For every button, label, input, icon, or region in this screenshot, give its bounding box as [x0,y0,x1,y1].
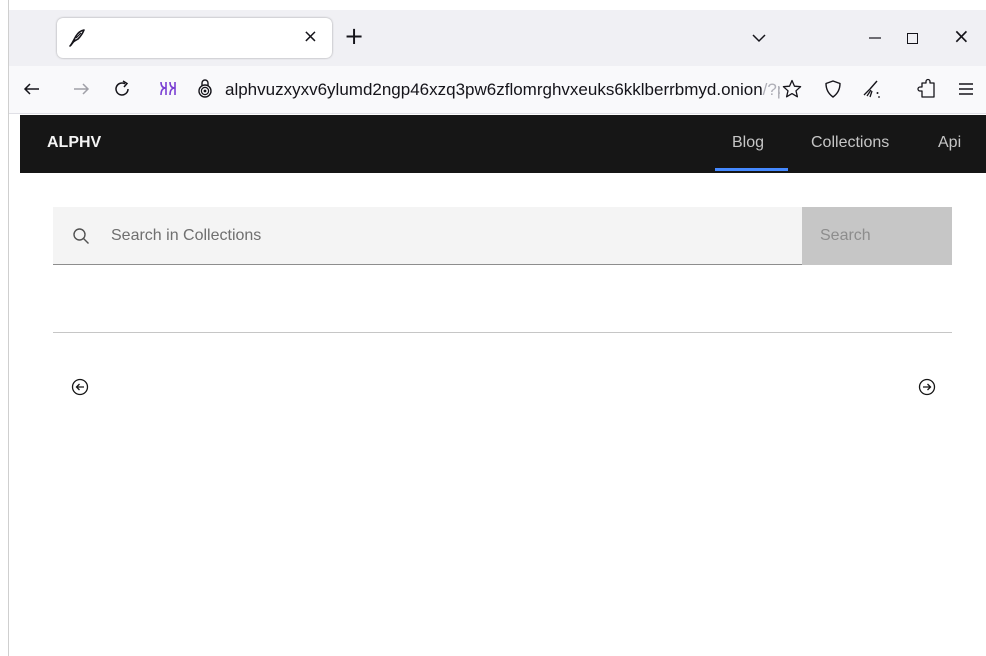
back-arrow-icon[interactable] [21,78,43,100]
next-arrow-icon[interactable] [917,377,937,397]
site-brand[interactable]: ALPHV [47,134,101,152]
browser-tab[interactable]: × [57,18,332,58]
content-divider [53,332,952,333]
nav-collections[interactable]: Collections [811,134,889,152]
chevron-down-icon[interactable] [750,29,768,47]
forward-arrow-icon[interactable] [70,78,92,100]
url-path: /?p [762,80,780,99]
site-header: ALPHV Blog Collections Api [20,115,986,173]
active-nav-indicator [715,168,788,171]
menu-icon[interactable] [955,78,977,100]
shield-icon[interactable] [822,78,844,100]
window-left-edge [0,0,9,656]
onion-lock-icon[interactable] [194,78,216,100]
previous-arrow-icon[interactable] [70,377,90,397]
reload-icon[interactable] [111,78,133,100]
window-close-icon[interactable]: × [953,26,970,46]
new-identity-broom-icon[interactable] [860,78,882,100]
navigation-toolbar: alphvuzxyxv6ylumd2ngp46xzq3pw6zflomrghvx… [9,66,986,114]
quill-icon [69,29,85,47]
minimize-icon[interactable] [864,28,886,48]
search-button[interactable]: Search [802,207,952,265]
browser-window: × + × alphvuzxyxv6ylumd2ngp46xzq3pw6zflo… [0,0,986,656]
search-field[interactable] [53,207,802,265]
nav-blog[interactable]: Blog [732,134,764,152]
tab-close-icon[interactable]: × [303,26,318,47]
url-host: alphvuzxyxv6ylumd2ngp46xzq3pw6zflomrghvx… [225,80,763,99]
tab-strip: × + × [9,10,986,66]
search-icon [73,228,89,244]
star-icon[interactable] [781,78,803,100]
tor-circuit-icon[interactable] [157,78,179,100]
url-bar[interactable]: alphvuzxyxv6ylumd2ngp46xzq3pw6zflomrghvx… [225,79,780,101]
new-tab-icon[interactable]: + [344,24,364,48]
search-input[interactable] [111,207,791,265]
extensions-icon[interactable] [916,78,938,100]
maximize-icon[interactable] [907,33,918,44]
nav-api[interactable]: Api [938,134,961,152]
